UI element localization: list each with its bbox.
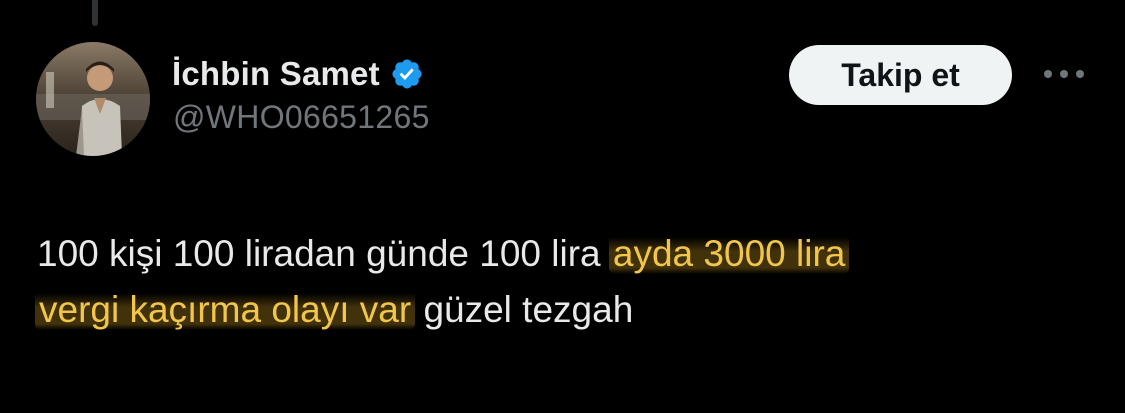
avatar[interactable] bbox=[36, 42, 150, 156]
tweet-text-segment: güzel tezgah bbox=[413, 289, 634, 330]
thread-connector-line bbox=[92, 0, 98, 26]
tweet-text-highlight: vergi kaçırma olayı var bbox=[35, 289, 416, 330]
more-options-button[interactable] bbox=[1040, 58, 1088, 90]
more-dots-icon bbox=[1044, 70, 1084, 78]
tweet-text-highlight: ayda 3000 lira bbox=[608, 233, 850, 274]
author-display-name[interactable]: İchbin Samet bbox=[172, 55, 380, 93]
author-name-row[interactable]: İchbin Samet bbox=[172, 52, 424, 96]
follow-button[interactable]: Takip et bbox=[789, 45, 1012, 105]
author-handle[interactable]: @WHO06651265 bbox=[173, 99, 430, 136]
tweet-text: 100 kişi 100 liradan günde 100 lira ayda… bbox=[35, 226, 1097, 338]
tweet-text-segment: 100 kişi 100 liradan günde 100 lira bbox=[37, 233, 611, 274]
verified-badge-icon bbox=[390, 57, 424, 91]
avatar-photo bbox=[36, 42, 150, 156]
